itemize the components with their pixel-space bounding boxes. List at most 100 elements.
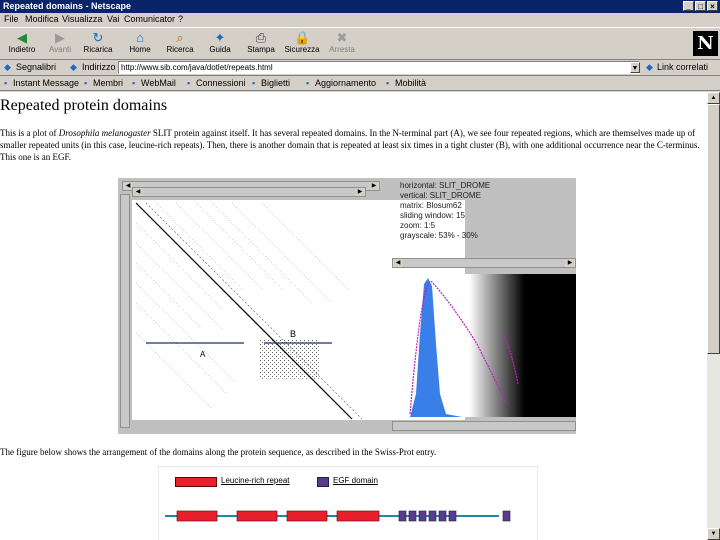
reload-icon: ↻	[92, 30, 104, 45]
menu-file[interactable]: File	[4, 14, 19, 24]
lrr-domain-1	[176, 510, 218, 522]
menu-communicator[interactable]: Comunicator	[124, 14, 175, 24]
scroll-right-arrow[interactable]: ▶	[369, 182, 379, 190]
link-icon: ▪	[252, 78, 256, 88]
egf-domain-3	[418, 510, 427, 522]
scroll-left-arrow[interactable]: ◀	[133, 188, 143, 196]
lrr-domain-4	[336, 510, 380, 522]
plot-vscroll-left[interactable]	[120, 194, 130, 428]
personal-link-connessioni[interactable]: Connessioni	[196, 78, 246, 88]
stop-label: Arresta	[329, 45, 355, 54]
back-button[interactable]: ◀ Indietro	[4, 29, 40, 59]
guide-button[interactable]: ✦ Guida	[202, 29, 238, 59]
param-zoom: zoom: 1:5	[400, 221, 436, 230]
personal-link-instant-message[interactable]: Instant Message	[13, 78, 79, 88]
histogram-svg	[392, 274, 576, 417]
search-icon: ⌕	[176, 30, 184, 45]
forward-button[interactable]: ▶ Avanti	[42, 29, 78, 59]
scroll-thumb[interactable]	[707, 104, 720, 354]
back-label: Indietro	[8, 45, 36, 54]
stop-icon: ✖	[336, 30, 348, 45]
back-icon: ◀	[17, 30, 27, 45]
egf-domain-7	[502, 510, 511, 522]
bookmarks-button[interactable]: Segnalibri	[16, 62, 56, 72]
related-links-button[interactable]: Link correlati	[657, 62, 708, 72]
navigation-toolbar: ◀ Indietro ▶ Avanti ↻ Ricarica ⌂ Home ⌕ …	[0, 27, 720, 60]
security-label: Sicurezza	[284, 45, 320, 54]
page-vertical-scrollbar[interactable]: ▲ ▼	[707, 92, 720, 540]
intro-text-start: This is a plot of	[0, 128, 59, 138]
figure-caption: The figure below shows the arrangement o…	[0, 447, 437, 457]
region-a-label: A	[200, 350, 206, 359]
window-titlebar: Repeated domains - Netscape _ □ ×	[0, 0, 720, 13]
reload-button[interactable]: ↻ Ricarica	[80, 29, 116, 59]
related-icon: ◆	[646, 62, 653, 72]
grayscale-slider-upper[interactable]: ◀ ▶	[392, 258, 576, 268]
menu-visualizza[interactable]: Visualizza	[62, 14, 102, 24]
scroll-up-arrow[interactable]: ▲	[707, 92, 720, 104]
security-button[interactable]: 🔒 Sicurezza	[284, 29, 320, 59]
page-title: Repeated protein domains	[0, 97, 168, 114]
grayscale-slider-lower[interactable]	[392, 421, 576, 431]
location-icon: ◆	[70, 62, 77, 72]
param-grayscale: grayscale: 53% - 30%	[400, 231, 478, 240]
address-label: Indirizzo	[82, 62, 116, 72]
egf-domain-4	[428, 510, 437, 522]
link-icon: ▪	[4, 78, 8, 88]
page-content: Repeated protein domains This is a plot …	[0, 92, 707, 540]
scroll-right-arrow[interactable]: ▶	[355, 188, 365, 196]
reload-label: Ricarica	[83, 45, 113, 54]
location-bar: ◆ Segnalibri ◆ Indirizzo http://www.sib.…	[0, 60, 720, 76]
forward-icon: ▶	[55, 30, 65, 45]
menu-help[interactable]: ?	[178, 14, 183, 24]
score-histogram[interactable]	[392, 274, 576, 417]
personal-link-webmail[interactable]: WebMail	[141, 78, 176, 88]
domain-figure: Leucine-rich repeat EGF domain	[158, 466, 538, 540]
plot-hscroll[interactable]: ◀ ▶	[132, 187, 366, 197]
link-icon: ▪	[187, 78, 191, 88]
guide-label: Guida	[209, 45, 231, 54]
guide-icon: ✦	[214, 30, 226, 45]
netscape-logo[interactable]: N	[693, 31, 718, 56]
domain-map-svg	[165, 510, 511, 522]
egf-domain-2	[408, 510, 417, 522]
link-icon: ▪	[386, 78, 390, 88]
menu-vai[interactable]: Vai	[107, 14, 119, 24]
link-icon: ▪	[84, 78, 88, 88]
security-icon: 🔒	[294, 30, 311, 45]
menu-bar: File Modifica Visualizza Vai Comunicator…	[0, 13, 720, 26]
print-button[interactable]: ⎙ Stampa	[243, 29, 279, 59]
home-icon: ⌂	[136, 30, 144, 45]
maximize-button[interactable]: □	[695, 1, 706, 11]
search-button[interactable]: ⌕ Ricerca	[162, 29, 198, 59]
stop-button[interactable]: ✖ Arresta	[324, 29, 360, 59]
intro-paragraph: This is a plot of Drosophila melanogaste…	[0, 127, 707, 163]
url-input[interactable]: http://www.sib.com/java/dotlet/repeats.h…	[118, 61, 640, 74]
print-icon: ⎙	[255, 30, 267, 45]
bookmark-icon: ◆	[4, 62, 11, 72]
egf-cluster-dots	[260, 340, 320, 380]
main-diagonal	[135, 202, 353, 420]
personal-toolbar: ▪ Instant Message ▪ Membri ▪ WebMail ▪ C…	[0, 76, 720, 91]
menu-modifica[interactable]: Modifica	[25, 14, 59, 24]
personal-link-biglietti[interactable]: Biglietti	[261, 78, 290, 88]
personal-link-membri[interactable]: Membri	[93, 78, 123, 88]
param-horizontal: horizontal: SLIT_DROME	[400, 181, 491, 190]
scroll-down-arrow[interactable]: ▼	[707, 528, 720, 540]
dotlet-applet: ◀ ▶ ◀ ▶ A B horizontal: SLIT_DROME verti…	[118, 178, 576, 434]
personal-link-mobilita[interactable]: Mobilità	[395, 78, 426, 88]
param-vertical: vertical: SLIT_DROME	[400, 191, 481, 200]
minimize-button[interactable]: _	[683, 1, 694, 11]
search-label: Ricerca	[166, 45, 194, 54]
slider-right-arrow[interactable]: ▶	[565, 259, 575, 267]
link-icon: ▪	[132, 78, 136, 88]
url-dropdown-button[interactable]: ▼	[630, 62, 640, 73]
param-matrix: matrix: Blosum62	[400, 201, 462, 210]
window-title: Repeated domains - Netscape	[3, 1, 132, 11]
slider-left-arrow[interactable]: ◀	[393, 259, 403, 267]
offset-diagonal	[145, 202, 363, 420]
egf-domain-5	[438, 510, 447, 522]
home-button[interactable]: ⌂ Home	[122, 29, 158, 59]
personal-link-aggiornamento[interactable]: Aggiornamento	[315, 78, 376, 88]
close-button[interactable]: ×	[707, 1, 718, 11]
